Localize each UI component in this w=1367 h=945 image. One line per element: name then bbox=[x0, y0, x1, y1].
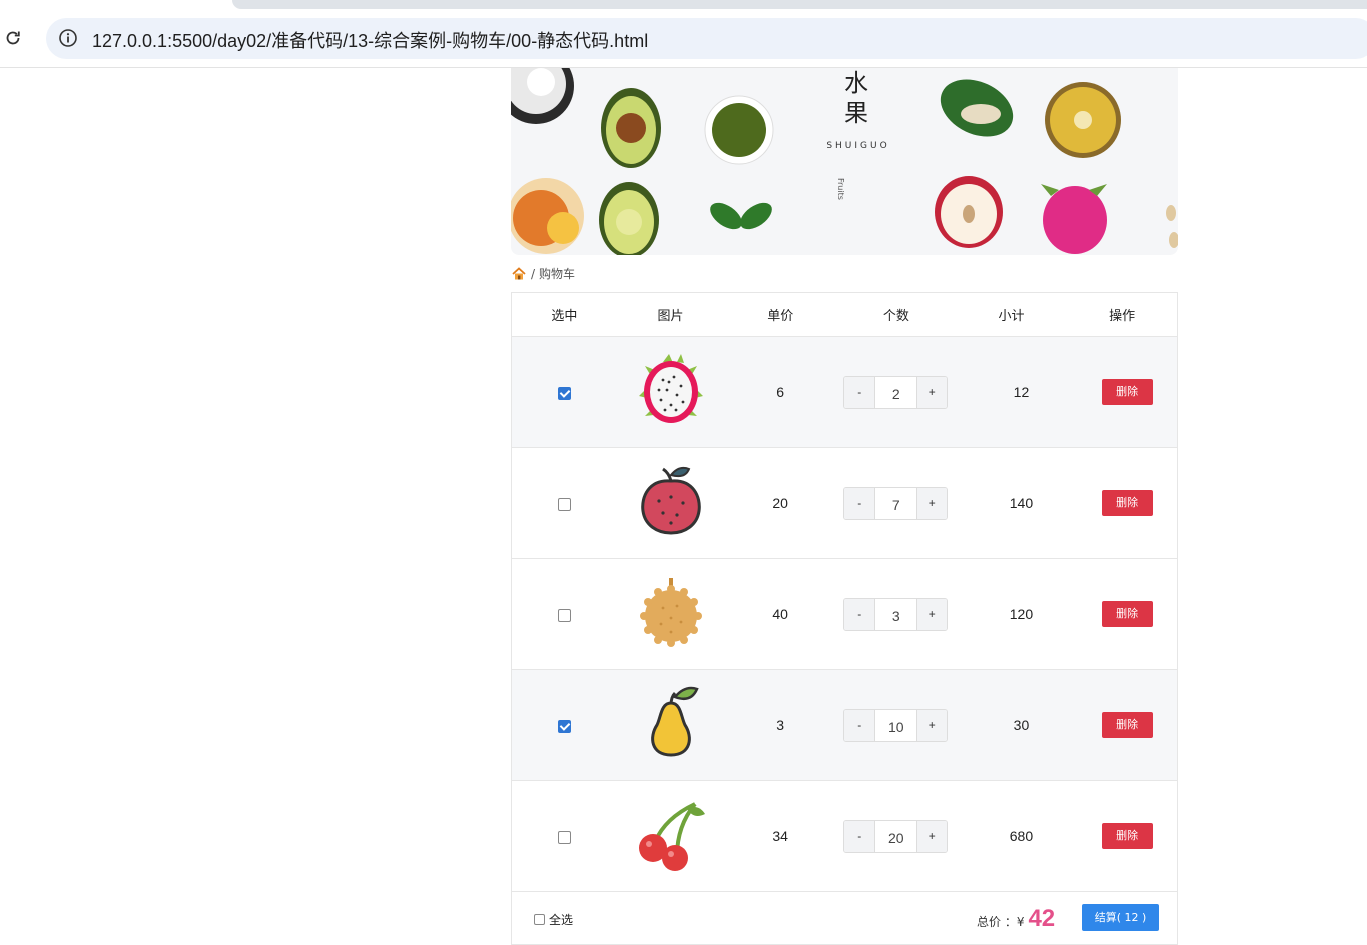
row-price: 40 bbox=[772, 606, 788, 622]
reload-icon[interactable] bbox=[3, 28, 23, 48]
row-subtotal: 680 bbox=[1009, 828, 1034, 844]
total-price: 总价 ：¥ 42 bbox=[977, 905, 1055, 933]
row-price: 6 bbox=[776, 384, 785, 400]
row-subtotal: 120 bbox=[1009, 606, 1034, 622]
table-row: 6 - 2 + 12 删除 bbox=[512, 337, 1177, 448]
total-label: 总价 ：¥ bbox=[977, 915, 1025, 929]
table-row: 34 - 20 + 680 删除 bbox=[512, 781, 1177, 892]
browser-chrome: 127.0.0.1:5500/day02/准备代码/13-综合案例-购物车/00… bbox=[0, 0, 1367, 68]
row-checkbox[interactable] bbox=[557, 719, 571, 733]
quantity-input[interactable]: 10 bbox=[874, 709, 918, 741]
quantity-input[interactable]: 3 bbox=[874, 598, 918, 630]
row-checkbox[interactable] bbox=[557, 497, 571, 511]
increment-button[interactable]: + bbox=[917, 487, 948, 519]
table-row: 3 - 10 + 30 删除 bbox=[512, 670, 1177, 781]
fruit-banner: 水 果 SHUIGUO Fruits bbox=[511, 68, 1178, 255]
row-checkbox[interactable] bbox=[557, 830, 571, 844]
row-checkbox[interactable] bbox=[557, 608, 571, 622]
header-actions: 操作 bbox=[1109, 309, 1136, 324]
row-subtotal: 12 bbox=[1013, 384, 1030, 400]
cart-table: 选中 图片 单价 个数 小计 操作 6 - 2 + 12 删除 20 - 7 +… bbox=[511, 292, 1178, 945]
pear-icon bbox=[650, 686, 699, 757]
tab-strip bbox=[232, 0, 1367, 9]
row-subtotal: 140 bbox=[1009, 495, 1034, 511]
row-price: 3 bbox=[776, 717, 785, 733]
lychee-icon bbox=[640, 466, 701, 535]
delete-button[interactable]: 删除 bbox=[1101, 601, 1153, 627]
home-icon[interactable] bbox=[512, 267, 526, 280]
quantity-stepper: - 3 + bbox=[843, 597, 949, 631]
dragon-fruit-icon bbox=[638, 354, 703, 423]
increment-button[interactable]: + bbox=[917, 709, 948, 741]
banner-vertical-text: Fruits bbox=[836, 178, 845, 200]
select-all[interactable]: 全选 bbox=[534, 911, 573, 928]
header-subtotal: 小计 bbox=[998, 309, 1025, 324]
banner-title: 水 果 bbox=[844, 69, 868, 127]
breadcrumb-current: 购物车 bbox=[539, 267, 576, 281]
select-all-checkbox[interactable] bbox=[534, 914, 545, 925]
delete-button[interactable]: 删除 bbox=[1101, 823, 1153, 849]
total-amount: 42 bbox=[1028, 905, 1056, 932]
table-row: 20 - 7 + 140 删除 bbox=[512, 448, 1177, 559]
checkout-button[interactable]: 结算( 12 ) bbox=[1082, 904, 1159, 931]
cherry-icon bbox=[638, 802, 705, 871]
decrement-button[interactable]: - bbox=[844, 709, 875, 741]
delete-button[interactable]: 删除 bbox=[1101, 712, 1153, 738]
delete-button[interactable]: 删除 bbox=[1101, 379, 1153, 405]
quantity-stepper: - 10 + bbox=[843, 708, 949, 742]
header-price: 单价 bbox=[767, 309, 794, 324]
row-price: 34 bbox=[772, 828, 788, 844]
breadcrumb-separator: / bbox=[531, 266, 536, 281]
select-all-label: 全选 bbox=[549, 913, 574, 927]
page: 水 果 SHUIGUO Fruits / 购物车 选中 图片 单价 个数 小计 … bbox=[511, 68, 1178, 945]
row-subtotal: 30 bbox=[1013, 717, 1030, 733]
address-bar[interactable]: 127.0.0.1:5500/day02/准备代码/13-综合案例-购物车/00… bbox=[46, 18, 1367, 59]
decrement-button[interactable]: - bbox=[844, 376, 875, 408]
banner-subtitle: SHUIGUO bbox=[826, 141, 890, 151]
row-price: 20 bbox=[772, 495, 788, 511]
delete-button[interactable]: 删除 bbox=[1101, 490, 1153, 516]
increment-button[interactable]: + bbox=[917, 376, 948, 408]
decrement-button[interactable]: - bbox=[844, 598, 875, 630]
quantity-input[interactable]: 7 bbox=[874, 487, 918, 519]
quantity-input[interactable]: 2 bbox=[874, 376, 918, 408]
increment-button[interactable]: + bbox=[917, 820, 948, 852]
quantity-input[interactable]: 20 bbox=[874, 820, 918, 852]
quantity-stepper: - 2 + bbox=[843, 375, 949, 409]
increment-button[interactable]: + bbox=[917, 598, 948, 630]
header-image: 图片 bbox=[657, 309, 684, 324]
header-select: 选中 bbox=[551, 309, 578, 324]
table-row: 40 - 3 + 120 删除 bbox=[512, 559, 1177, 670]
site-info-icon[interactable] bbox=[58, 28, 78, 48]
cart-footer: 全选 总价 ：¥ 42 结算( 12 ) bbox=[512, 892, 1177, 944]
url-text[interactable]: 127.0.0.1:5500/day02/准备代码/13-综合案例-购物车/00… bbox=[92, 27, 648, 53]
row-checkbox[interactable] bbox=[557, 386, 571, 400]
decrement-button[interactable]: - bbox=[844, 487, 875, 519]
decrement-button[interactable]: - bbox=[844, 820, 875, 852]
header-count: 个数 bbox=[882, 309, 909, 324]
durian-icon bbox=[639, 578, 702, 647]
table-header: 选中 图片 单价 个数 小计 操作 bbox=[512, 293, 1177, 337]
breadcrumb: / 购物车 bbox=[511, 255, 1178, 292]
quantity-stepper: - 20 + bbox=[843, 819, 949, 853]
quantity-stepper: - 7 + bbox=[843, 486, 949, 520]
